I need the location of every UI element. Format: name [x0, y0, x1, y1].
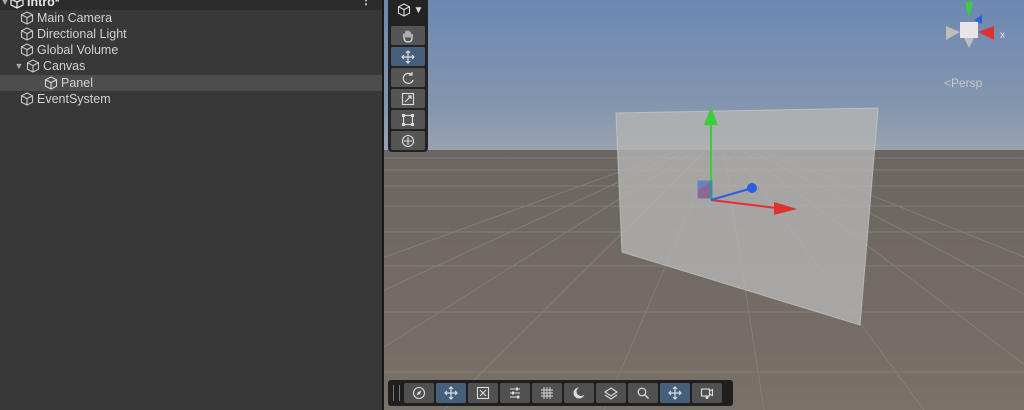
- hierarchy-item-label: Canvas: [43, 59, 86, 73]
- layers-icon: [604, 387, 618, 400]
- hierarchy-item-directional-light[interactable]: Directional Light: [0, 26, 382, 42]
- expand-arrow-icon[interactable]: ▼: [0, 0, 10, 7]
- expand-arrow-icon[interactable]: ▼: [14, 61, 24, 71]
- x-axis-cone-icon[interactable]: [978, 26, 994, 40]
- hierarchy-panel: ▼ Intro* ⋮ Main Camera Directional Light…: [0, 0, 384, 410]
- projection-toggle[interactable]: <Persp: [944, 76, 982, 90]
- neg-x-axis-cone-icon[interactable]: [946, 26, 960, 40]
- snap-toggle-button[interactable]: [468, 383, 498, 403]
- compass-icon: [412, 386, 426, 400]
- layers-visibility-button[interactable]: [596, 383, 626, 403]
- scale-icon: [401, 92, 415, 105]
- hand-icon: [403, 29, 413, 43]
- hierarchy-item-label: Panel: [61, 76, 93, 90]
- more-options-icon[interactable]: ⋮: [360, 0, 372, 7]
- hierarchy-item-label: Global Volume: [37, 43, 119, 57]
- scene-viewport[interactable]: [384, 0, 1024, 410]
- transform-tool-button[interactable]: [391, 131, 425, 150]
- move-icon: [401, 49, 415, 64]
- view-options-dropdown[interactable]: ▼: [392, 0, 428, 20]
- scene-name: Intro*: [27, 0, 60, 9]
- hierarchy-item-canvas[interactable]: ▼ Canvas: [0, 58, 382, 74]
- gameobject-icon: [44, 76, 58, 90]
- hierarchy-item-label: EventSystem: [37, 92, 111, 106]
- moon-shading-icon: [573, 387, 586, 399]
- zoom-button[interactable]: [628, 383, 658, 403]
- hierarchy-item-eventsystem[interactable]: EventSystem: [0, 91, 382, 107]
- move-tool-button[interactable]: [391, 47, 425, 66]
- move-icon: [668, 386, 682, 400]
- x-axis-label: x: [1000, 30, 1005, 41]
- scene-view[interactable]: ▼ x <Persp: [384, 0, 1024, 410]
- gameobject-icon: [20, 11, 34, 25]
- hierarchy-item-panel[interactable]: Panel: [0, 75, 382, 91]
- camera-icon: [700, 388, 714, 399]
- scale-tool-button[interactable]: [391, 89, 425, 108]
- cube-icon: [397, 3, 410, 17]
- toolbar-grip-handle[interactable]: [393, 385, 400, 401]
- magnifier-icon: [637, 387, 649, 399]
- hand-tool-button[interactable]: [391, 26, 425, 45]
- hierarchy-item-global-volume[interactable]: Global Volume: [0, 42, 382, 58]
- orientation-gizmo[interactable]: x: [930, 0, 1020, 70]
- orbit-compass-button[interactable]: [404, 383, 434, 403]
- rect-tool-button[interactable]: [391, 110, 425, 129]
- align-button[interactable]: [500, 383, 530, 403]
- rect-icon: [402, 113, 414, 126]
- move-icon: [444, 386, 458, 400]
- gameobject-icon: [26, 59, 40, 73]
- rotate-icon: [402, 71, 414, 84]
- snap-icon: [476, 386, 490, 400]
- grid-toggle-button[interactable]: [532, 383, 562, 403]
- hierarchy-item-main-camera[interactable]: Main Camera: [0, 10, 382, 26]
- neg-y-axis-cone-icon[interactable]: [964, 38, 974, 48]
- scene-overlay-toolbar: [388, 380, 733, 406]
- tools-overlay: ▼: [388, 0, 428, 152]
- chevron-down-icon: ▼: [413, 4, 424, 16]
- camera-settings-button[interactable]: [692, 383, 722, 403]
- unity-scene-icon: [10, 0, 24, 9]
- hierarchy-item-label: Main Camera: [37, 11, 113, 25]
- grid-icon: [541, 387, 553, 399]
- transform-icon: [401, 134, 415, 147]
- rotate-tool-button[interactable]: [391, 68, 425, 87]
- gizmo-center-cube[interactable]: [960, 22, 978, 38]
- gameobject-icon: [20, 27, 34, 41]
- y-axis-cone-icon[interactable]: [965, 2, 973, 18]
- sliders-icon: [510, 387, 520, 399]
- gameobject-icon: [20, 43, 34, 57]
- scene-row[interactable]: ▼ Intro* ⋮: [0, 0, 382, 10]
- hierarchy-item-label: Directional Light: [37, 27, 127, 41]
- move-global-button[interactable]: [436, 383, 466, 403]
- shading-mode-button[interactable]: [564, 383, 594, 403]
- gameobject-icon: [20, 92, 34, 106]
- move-active-button[interactable]: [660, 383, 690, 403]
